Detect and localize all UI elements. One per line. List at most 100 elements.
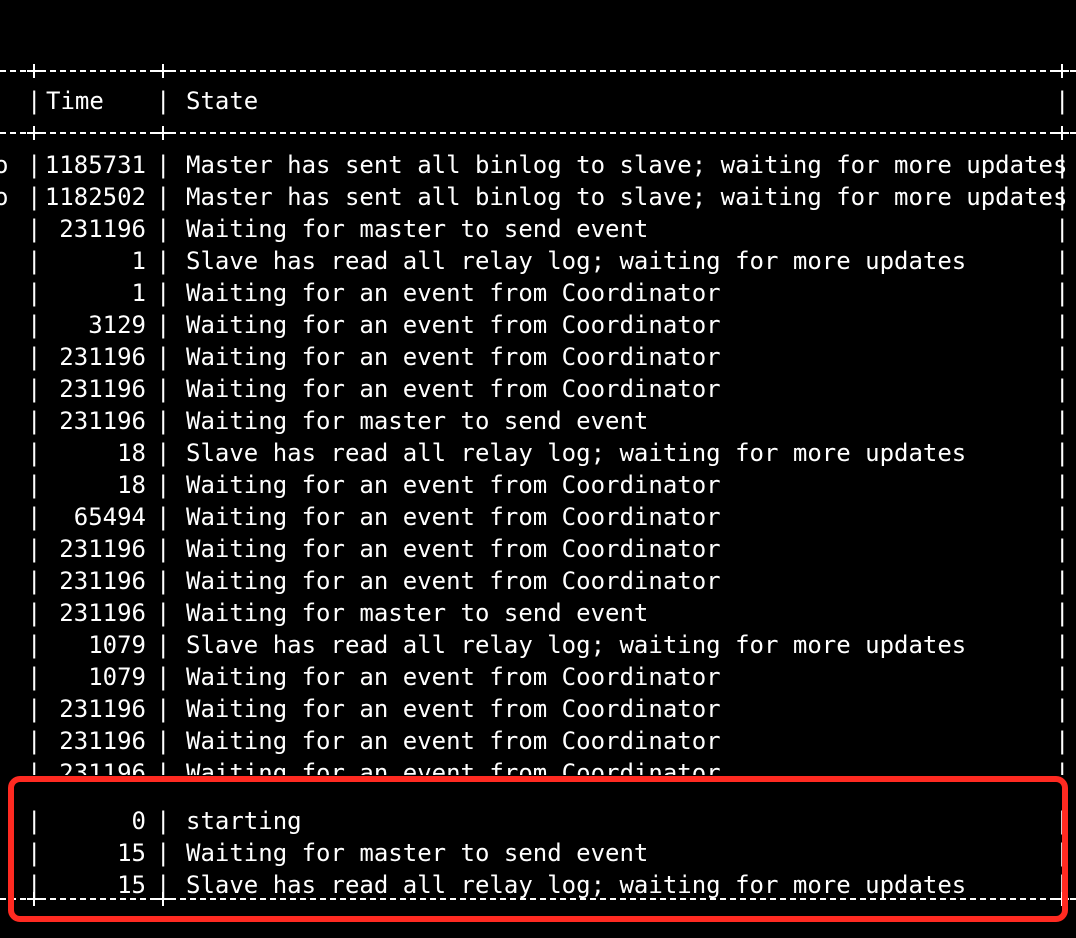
row-cell-state: Waiting for an event from Coordinator xyxy=(186,663,721,691)
row-cell-time: 231196 xyxy=(59,727,146,755)
row-cell-time: 1185731 xyxy=(44,151,146,179)
row-cell-time: 1079 xyxy=(88,631,146,659)
column-divider: | xyxy=(1055,695,1070,723)
table-row: | 231196 | Waiting for an event from Coordi… xyxy=(0,341,1076,373)
column-divider: | xyxy=(27,695,42,723)
column-divider: | xyxy=(156,343,171,371)
column-divider: | xyxy=(1055,151,1070,179)
row-cell-time: 231196 xyxy=(59,567,146,595)
column-divider: | xyxy=(27,567,42,595)
column-divider: | xyxy=(1055,87,1070,115)
row-cell-state: Waiting for an event from Coordinator xyxy=(186,471,721,499)
row-cell-state: Waiting for an event from Coordinator xyxy=(186,535,721,563)
column-divider: | xyxy=(156,663,171,691)
column-divider: | xyxy=(27,343,42,371)
column-divider: | xyxy=(27,311,42,339)
column-divider: | xyxy=(156,503,171,531)
table-row: | 231196 | Waiting for master to send event… xyxy=(0,597,1076,629)
column-divider: | xyxy=(1055,183,1070,211)
column-divider: | xyxy=(156,727,171,755)
column-divider: | xyxy=(27,759,42,775)
column-divider: | xyxy=(1055,471,1070,499)
row-cell-state: Waiting for an event from Coordinator xyxy=(186,375,721,403)
table-row: | 3129 | Waiting for an event from Coordina… xyxy=(0,309,1076,341)
column-divider: | xyxy=(1055,439,1070,467)
column-divider: | xyxy=(27,87,42,115)
column-divider: | xyxy=(1055,247,1070,275)
table-row: o | 1182502 | Master has sent all binlog to … xyxy=(0,181,1076,213)
highlight-annotation-box xyxy=(8,776,1068,922)
column-divider: | xyxy=(1055,631,1070,659)
column-divider: | xyxy=(156,279,171,307)
row-cell-state: Waiting for an event from Coordinator xyxy=(186,503,721,531)
row-cell-time: 231196 xyxy=(59,343,146,371)
row-cell-time: 231196 xyxy=(59,759,146,775)
row-cell-state: Waiting for an event from Coordinator xyxy=(186,311,721,339)
table-row: o | 1185731 | Master has sent all binlog to … xyxy=(0,149,1076,181)
row-cell-state: Waiting for an event from Coordinator xyxy=(186,343,721,371)
table-row: | 1079 | Slave has read all relay log; wait… xyxy=(0,629,1076,661)
column-divider: | xyxy=(27,407,42,435)
column-divider: | xyxy=(1055,375,1070,403)
column-divider: | xyxy=(1055,503,1070,531)
table-row: | 231196 | Waiting for an event from Coordi… xyxy=(0,533,1076,565)
column-divider: | xyxy=(156,631,171,659)
table-row: | 231196 | Waiting for master to send event… xyxy=(0,213,1076,245)
table-row: | 18 | Slave has read all relay log; waitin… xyxy=(0,437,1076,469)
column-divider: | xyxy=(27,471,42,499)
row-cell-time: 65494 xyxy=(73,503,146,531)
column-divider: | xyxy=(1055,599,1070,627)
column-divider: | xyxy=(27,215,42,243)
row-cell-state: Master has sent all binlog to slave; wai… xyxy=(186,151,1068,179)
column-divider: | xyxy=(27,183,42,211)
row-cell-leading: o xyxy=(0,183,9,211)
column-divider: | xyxy=(27,279,42,307)
row-cell-time: 1 xyxy=(131,279,146,307)
row-cell-state: Waiting for master to send event xyxy=(186,215,649,243)
column-divider: | xyxy=(156,375,171,403)
row-cell-state: Slave has read all relay log; waiting fo… xyxy=(186,631,967,659)
column-divider: | xyxy=(27,375,42,403)
border-corner xyxy=(27,126,41,140)
column-divider: | xyxy=(27,663,42,691)
table-border-header xyxy=(0,126,1076,140)
table-border-top xyxy=(0,64,1076,78)
row-cell-state: Waiting for master to send event xyxy=(186,599,649,627)
border-corner xyxy=(27,64,41,78)
column-divider: | xyxy=(27,247,42,275)
terminal-window: | Time | State | o | 1185731 | Master has se… xyxy=(0,0,1076,938)
column-divider: | xyxy=(1055,759,1070,775)
row-cell-state: Waiting for an event from Coordinator xyxy=(186,695,721,723)
column-divider: | xyxy=(156,151,171,179)
column-divider: | xyxy=(156,247,171,275)
row-cell-time: 1 xyxy=(131,247,146,275)
table-row: | 231196 | Waiting for an event from Coordi… xyxy=(0,373,1076,405)
column-divider: | xyxy=(156,215,171,243)
column-divider: | xyxy=(1055,663,1070,691)
row-cell-time: 1079 xyxy=(88,663,146,691)
column-divider: | xyxy=(1055,407,1070,435)
border-corner xyxy=(156,126,170,140)
row-cell-time: 1182502 xyxy=(44,183,146,211)
row-cell-state: Slave has read all relay log; waiting fo… xyxy=(186,439,967,467)
table-row: | 231196 | Waiting for an event from Coordi… xyxy=(0,565,1076,597)
column-header-state: State xyxy=(186,87,259,115)
column-divider: | xyxy=(27,151,42,179)
column-divider: | xyxy=(1055,343,1070,371)
column-divider: | xyxy=(27,727,42,755)
table-row: | 231196 | Waiting for master to send event… xyxy=(0,405,1076,437)
row-cell-time: 231196 xyxy=(59,375,146,403)
column-divider: | xyxy=(156,183,171,211)
table-row: | 65494 | Waiting for an event from Coordin… xyxy=(0,501,1076,533)
column-divider: | xyxy=(1055,215,1070,243)
table-row: | 1 | Waiting for an event from Coordinator… xyxy=(0,277,1076,309)
table-row: | 18 | Waiting for an event from Coordinato… xyxy=(0,469,1076,501)
row-cell-time: 3129 xyxy=(88,311,146,339)
column-divider: | xyxy=(156,311,171,339)
row-cell-state: Waiting for an event from Coordinator xyxy=(186,567,721,595)
border-corner xyxy=(1055,64,1069,78)
row-cell-time: 231196 xyxy=(59,599,146,627)
column-divider: | xyxy=(27,631,42,659)
column-divider: | xyxy=(156,599,171,627)
column-divider: | xyxy=(156,87,171,115)
